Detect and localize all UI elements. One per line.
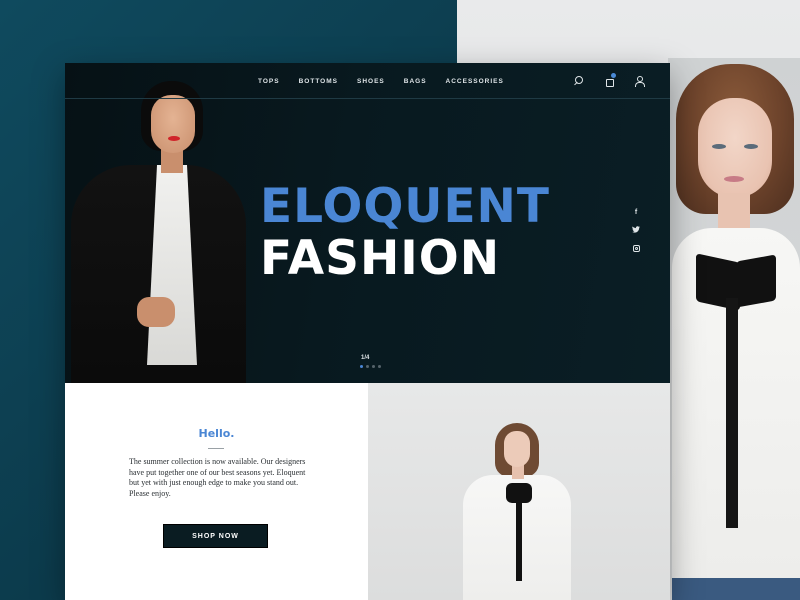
nav-item-accessories[interactable]: ACCESSORIES: [446, 78, 504, 85]
intro-heading: Hello.: [198, 427, 235, 440]
user-icon[interactable]: [634, 76, 645, 87]
shop-now-button[interactable]: SHOP NOW: [163, 524, 268, 548]
hero-title-line1: ELOQUENT: [260, 179, 550, 234]
cart-badge: [611, 73, 616, 78]
top-nav: TOPS BOTTOMS SHOES BAGS ACCESSORIES: [65, 63, 670, 99]
twitter-icon[interactable]: [631, 226, 641, 235]
social-links: f: [631, 209, 641, 252]
model-photo-large: [668, 58, 800, 600]
intro-text: The summer collection is now available. …: [129, 457, 306, 498]
website-mockup: TOPS BOTTOMS SHOES BAGS ACCESSORIES ELOQ…: [65, 63, 670, 600]
slide-dot-4[interactable]: [378, 365, 381, 368]
search-icon[interactable]: [574, 76, 584, 86]
hero-title: ELOQUENT FASHION: [260, 183, 550, 282]
instagram-icon[interactable]: [632, 245, 640, 252]
hero-title-line2: FASHION: [260, 231, 501, 286]
shopping-bag-icon[interactable]: [604, 73, 616, 87]
slide-counter: 1/4: [361, 355, 370, 361]
nav-item-bags[interactable]: BAGS: [404, 78, 427, 85]
nav-item-bottoms[interactable]: BOTTOMS: [299, 78, 338, 85]
intro-section: Hello. The summer collection is now avai…: [65, 383, 368, 600]
facebook-icon[interactable]: f: [631, 209, 641, 216]
hero-model-photo: [65, 77, 255, 383]
nav-item-tops[interactable]: TOPS: [258, 78, 280, 85]
slide-dot-3[interactable]: [372, 365, 375, 368]
slide-dot-1[interactable]: [360, 365, 363, 368]
slide-dot-2[interactable]: [366, 365, 369, 368]
slide-dots: [360, 365, 381, 368]
hero-section: TOPS BOTTOMS SHOES BAGS ACCESSORIES ELOQ…: [65, 63, 670, 383]
collection-photo: [368, 383, 670, 600]
nav-item-shoes[interactable]: SHOES: [357, 78, 385, 85]
heading-divider: [208, 448, 224, 449]
